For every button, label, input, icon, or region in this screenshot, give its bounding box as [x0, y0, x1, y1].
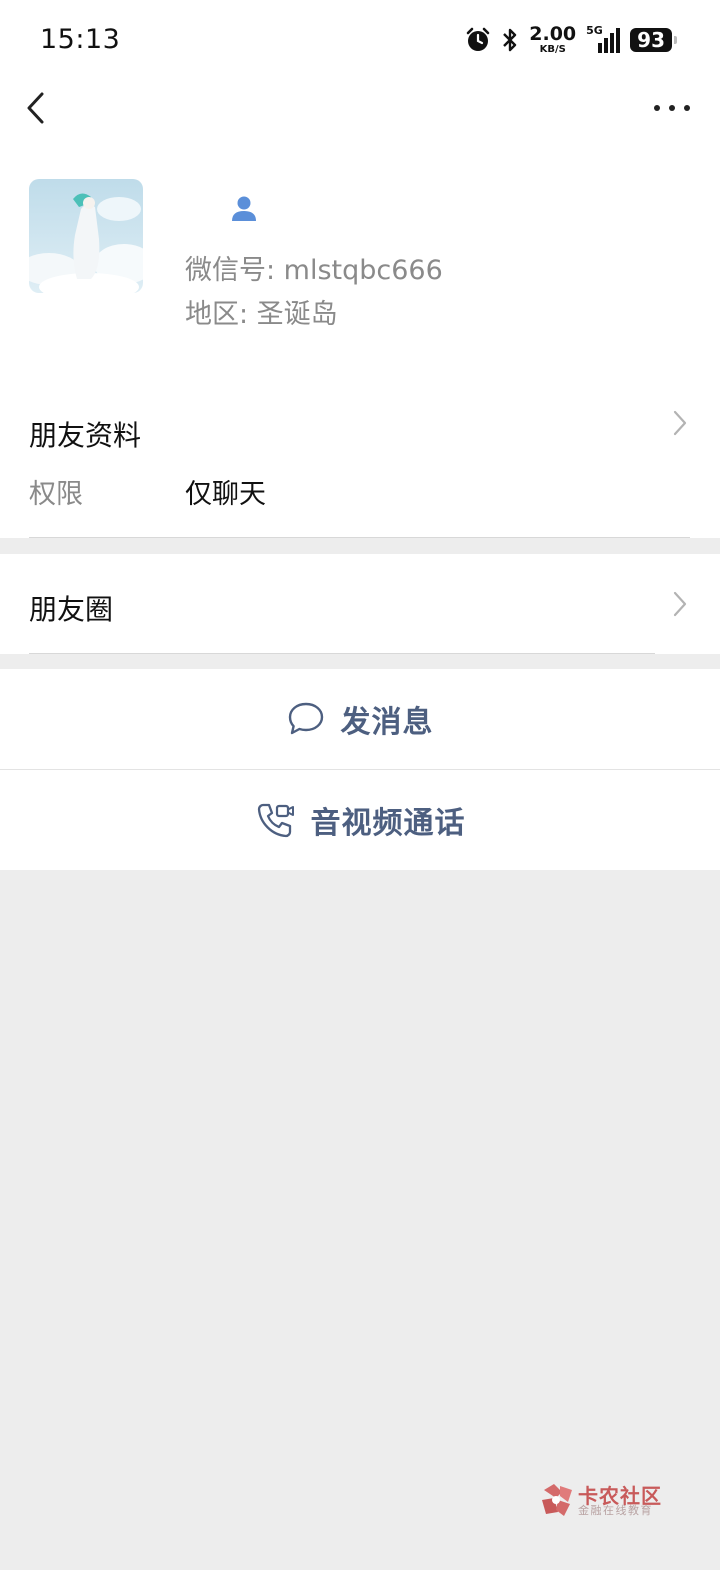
status-icons: 2.00 KB/S 5G 93 [455, 22, 677, 58]
person-icon [232, 196, 256, 221]
contact-profile-page: 15:13 2.00 KB/S 5G 93 微信号: mlstqbc666 地区… [0, 0, 720, 1570]
network-speed-value: 2.00 [529, 23, 577, 45]
chat-bubble-icon [288, 702, 323, 735]
permission-value: 仅聊天 [185, 479, 266, 510]
more-dots-icon[interactable] [652, 96, 692, 120]
send-message-button[interactable]: 发消息 [0, 669, 720, 769]
watermark-subtitle: 金融在线教育 [578, 1504, 653, 1517]
send-message-label: 发消息 [340, 705, 434, 740]
network-speed: 2.00 KB/S [529, 25, 576, 55]
watermark-icon [542, 1484, 572, 1516]
signal-icon: 5G [586, 24, 621, 53]
video-call-button[interactable]: 音视频通话 [0, 770, 720, 870]
battery-icon: 93 [630, 28, 677, 52]
phone-video-icon [257, 803, 294, 838]
wechat-id: 微信号: mlstqbc666 [185, 255, 443, 286]
watermark-logo: 卡农社区 金融在线教育 [540, 1480, 670, 1520]
divider [29, 653, 655, 654]
video-call-label: 音视频通话 [310, 806, 466, 841]
status-time: 15:13 [40, 24, 121, 55]
chevron-left-icon[interactable] [20, 88, 56, 128]
avatar[interactable] [29, 179, 143, 293]
permission-label: 权限 [29, 479, 83, 510]
alarm-icon [466, 27, 490, 51]
profile-header: 微信号: mlstqbc666 地区: 圣诞岛 [0, 80, 720, 380]
divider [29, 537, 690, 538]
region: 地区: 圣诞岛 [185, 299, 338, 330]
friend-profile-title: 朋友资料 [29, 419, 142, 452]
bluetooth-icon [503, 28, 517, 52]
moments-title: 朋友圈 [29, 593, 114, 626]
chevron-right-icon [673, 410, 687, 436]
chevron-right-icon [673, 591, 687, 617]
moments-section[interactable]: 朋友圈 [0, 554, 720, 654]
friend-profile-section[interactable]: 朋友资料 权限 仅聊天 [0, 380, 720, 538]
status-bar: 15:13 2.00 KB/S 5G 93 [0, 0, 720, 80]
network-speed-unit: KB/S [539, 44, 566, 55]
